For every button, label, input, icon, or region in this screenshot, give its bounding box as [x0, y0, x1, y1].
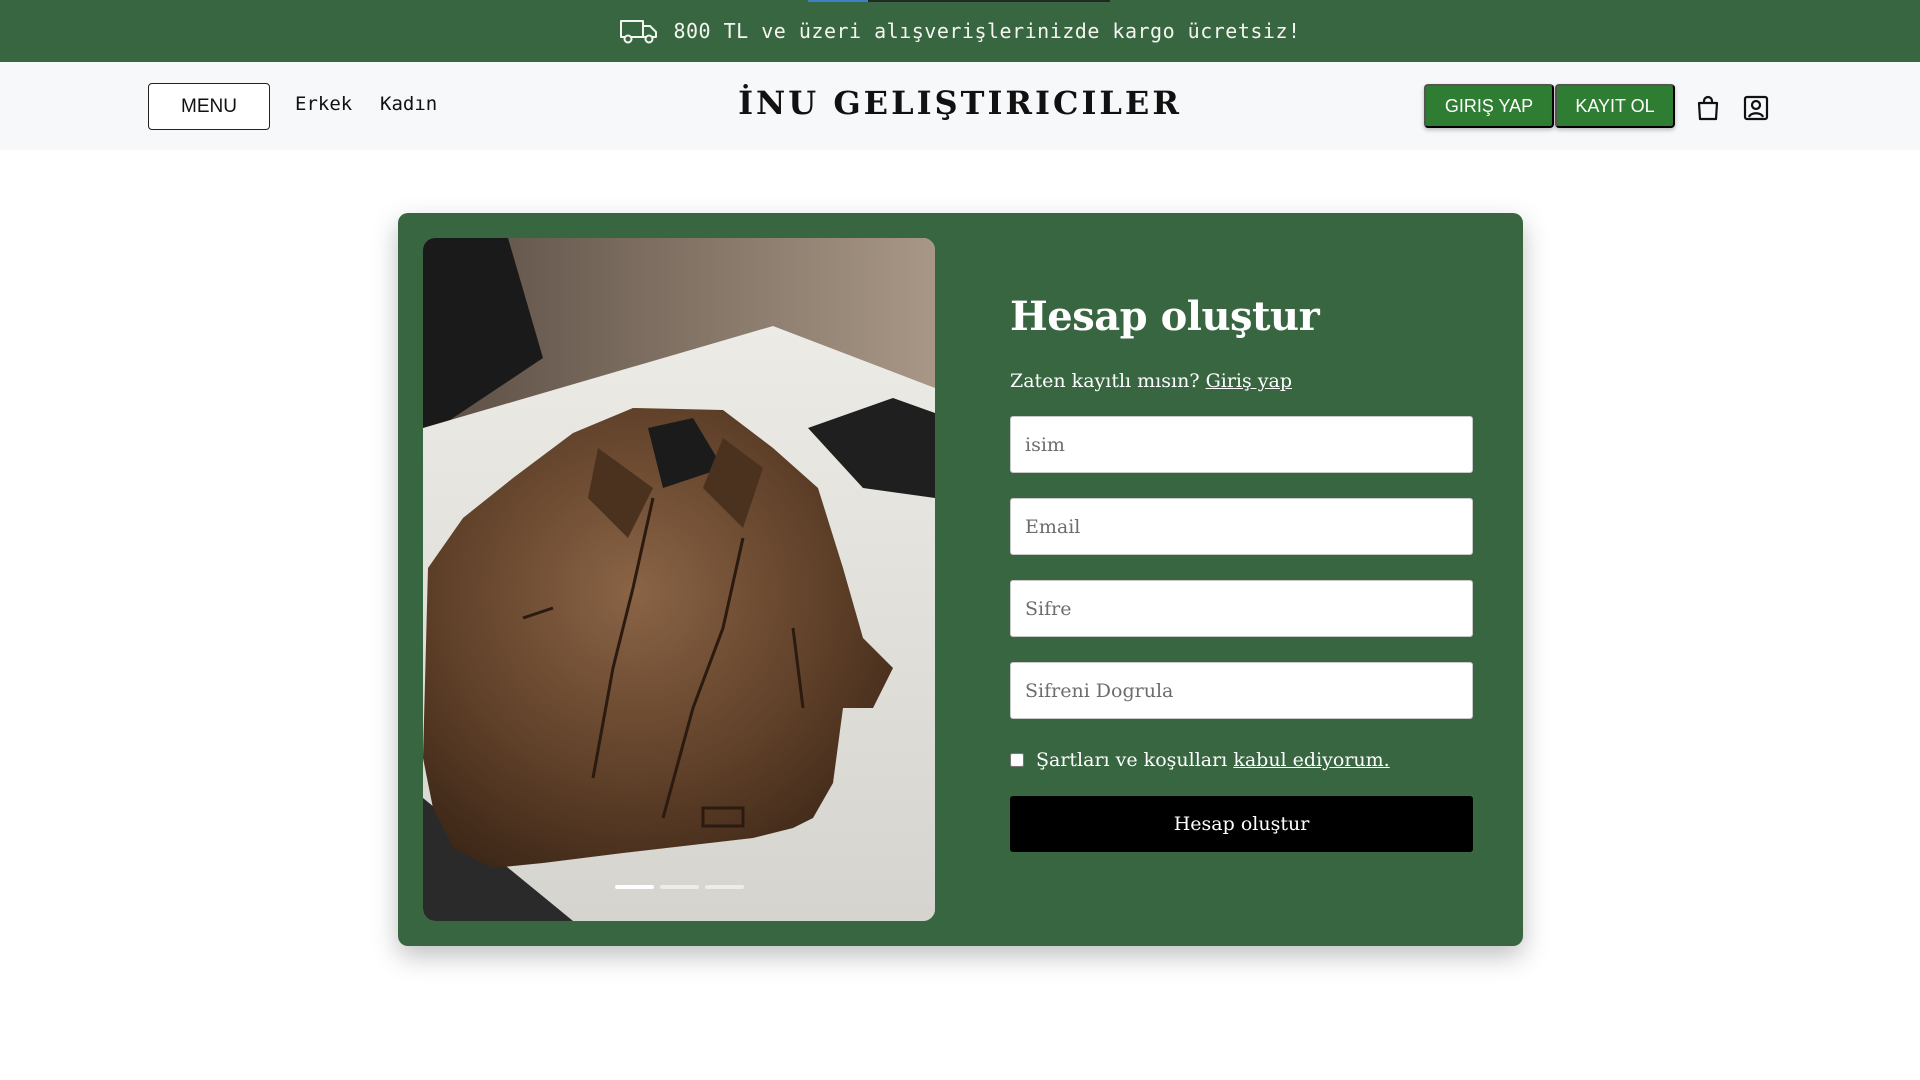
carousel-dot-2[interactable]: [659, 885, 699, 889]
brand-logo-text[interactable]: İNU GELIŞTIRICILER: [738, 84, 1182, 122]
site-header: MENU Erkek Kadın İNU GELIŞTIRICILER GIRI…: [0, 62, 1920, 150]
name-input[interactable]: [1010, 416, 1473, 473]
form-title: Hesap oluştur: [1010, 293, 1320, 340]
email-input[interactable]: [1010, 498, 1473, 555]
already-registered-text: Zaten kayıtlı mısın? Giriş yap: [1010, 370, 1473, 392]
terms-label: Şartları ve koşulları kabul ediyorum.: [1036, 749, 1390, 771]
terms-text: Şartları ve koşulları: [1036, 749, 1228, 771]
leather-jacket-image: [423, 238, 935, 921]
shopping-bag-icon[interactable]: [1694, 94, 1722, 122]
user-profile-icon[interactable]: [1742, 94, 1770, 122]
terms-row: Şartları ve koşulları kabul ediyorum.: [1010, 749, 1473, 771]
already-registered-label: Zaten kayıtlı mısın?: [1010, 370, 1200, 392]
carousel-dot-1[interactable]: [614, 885, 654, 889]
signup-form: Hesap oluştur Zaten kayıtlı mısın? Giriş…: [1010, 293, 1473, 852]
register-button[interactable]: KAYIT OL: [1555, 84, 1675, 128]
terms-accept-link[interactable]: kabul ediyorum.: [1233, 749, 1389, 771]
truck-icon: [620, 20, 658, 44]
create-account-button[interactable]: Hesap oluştur: [1010, 796, 1473, 852]
terms-checkbox[interactable]: [1010, 753, 1024, 767]
menu-button[interactable]: MENU: [148, 83, 270, 130]
nav-link-kadin[interactable]: Kadın: [380, 93, 437, 115]
carousel-indicators: [423, 885, 935, 889]
signup-card: Hesap oluştur Zaten kayıtlı mısın? Giriş…: [398, 213, 1523, 946]
carousel-dot-3[interactable]: [704, 885, 744, 889]
login-link[interactable]: Giriş yap: [1206, 370, 1292, 392]
nav-link-erkek[interactable]: Erkek: [295, 93, 352, 115]
promo-bar: 800 TL ve üzeri alışverişlerinizde kargo…: [0, 0, 1920, 62]
promo-text: 800 TL ve üzeri alışverişlerinizde kargo…: [673, 19, 1301, 43]
product-photo-carousel: [423, 238, 935, 921]
confirm-password-input[interactable]: [1010, 662, 1473, 719]
password-input[interactable]: [1010, 580, 1473, 637]
promo-progress-strip: [808, 0, 1110, 2]
login-button[interactable]: GIRIŞ YAP: [1424, 84, 1554, 128]
